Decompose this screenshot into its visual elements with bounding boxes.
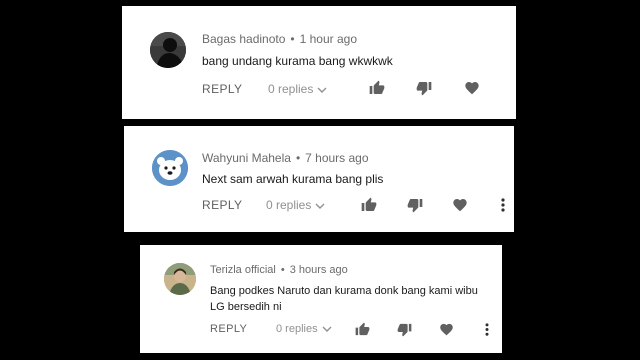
- heart-icon: [465, 82, 479, 95]
- chevron-down-icon: [322, 326, 332, 333]
- comment-time: 3 hours ago: [289, 264, 348, 276]
- author-line: Wahyuni Mahela • 7 hours ago: [202, 151, 369, 165]
- comment-text: bang undang kurama bang wkwkwk: [202, 54, 393, 68]
- comment-card: Bagas hadinoto • 1 hour ago bang undang ku…: [122, 6, 516, 119]
- replies-toggle[interactable]: 0 replies: [266, 198, 325, 212]
- avatar[interactable]: [152, 150, 188, 186]
- comment-time: 7 hours ago: [305, 151, 369, 165]
- comment-text: Bang podkes Naruto dan kurama donk bang …: [210, 285, 478, 313]
- comment-text: Next sam arwah kurama bang plis: [202, 172, 384, 186]
- replies-count: 0 replies: [268, 82, 314, 96]
- author-line: Bagas hadinoto • 1 hour ago: [202, 32, 357, 46]
- like-button[interactable]: [361, 197, 377, 213]
- chevron-down-icon: [317, 87, 327, 93]
- replies-count: 0 replies: [276, 323, 318, 335]
- dislike-button[interactable]: [397, 322, 412, 337]
- author-name[interactable]: Bagas hadinoto: [202, 32, 285, 46]
- thumb-down-icon: [397, 323, 412, 337]
- author-line: Terizla official • 3 hours ago: [210, 264, 348, 276]
- thumb-up-icon: [361, 197, 377, 211]
- thumb-up-icon: [369, 80, 385, 94]
- bear-avatar-icon: [152, 150, 188, 186]
- comment-card: Terizla official • 3 hours ago Bang podkes…: [140, 245, 502, 353]
- photo-avatar-icon: [164, 263, 196, 295]
- heart-icon: [453, 199, 467, 212]
- heart-icon: [440, 323, 453, 336]
- chevron-down-icon: [315, 203, 325, 209]
- heart-button[interactable]: [464, 80, 480, 96]
- reply-button[interactable]: REPLY: [210, 323, 247, 335]
- dislike-button[interactable]: [416, 80, 432, 96]
- more-options-button[interactable]: [484, 322, 490, 337]
- more-vertical-icon: [501, 198, 505, 212]
- thumb-down-icon: [416, 82, 432, 96]
- thumb-down-icon: [407, 199, 423, 213]
- separator-dot: •: [295, 151, 301, 165]
- comment-card: Wahyuni Mahela • 7 hours ago Next sam arwa…: [124, 126, 514, 232]
- separator-dot: •: [280, 264, 285, 276]
- heart-button[interactable]: [452, 197, 468, 213]
- avatar[interactable]: [164, 263, 196, 295]
- silhouette-avatar-icon: [150, 32, 186, 68]
- comment-time: 1 hour ago: [299, 32, 357, 46]
- like-button[interactable]: [369, 80, 385, 96]
- reply-button[interactable]: REPLY: [202, 82, 242, 96]
- avatar[interactable]: [150, 32, 186, 68]
- like-button[interactable]: [355, 322, 370, 337]
- author-name[interactable]: Terizla official: [210, 264, 276, 276]
- heart-button[interactable]: [439, 322, 454, 337]
- thumb-up-icon: [355, 322, 370, 336]
- replies-toggle[interactable]: 0 replies: [276, 323, 332, 335]
- dislike-button[interactable]: [407, 197, 423, 213]
- reply-button[interactable]: REPLY: [202, 198, 242, 212]
- separator-dot: •: [290, 32, 295, 46]
- more-vertical-icon: [485, 323, 489, 336]
- more-options-button[interactable]: [500, 197, 506, 213]
- replies-toggle[interactable]: 0 replies: [268, 82, 327, 96]
- author-name[interactable]: Wahyuni Mahela: [202, 151, 291, 165]
- replies-count: 0 replies: [266, 198, 312, 212]
